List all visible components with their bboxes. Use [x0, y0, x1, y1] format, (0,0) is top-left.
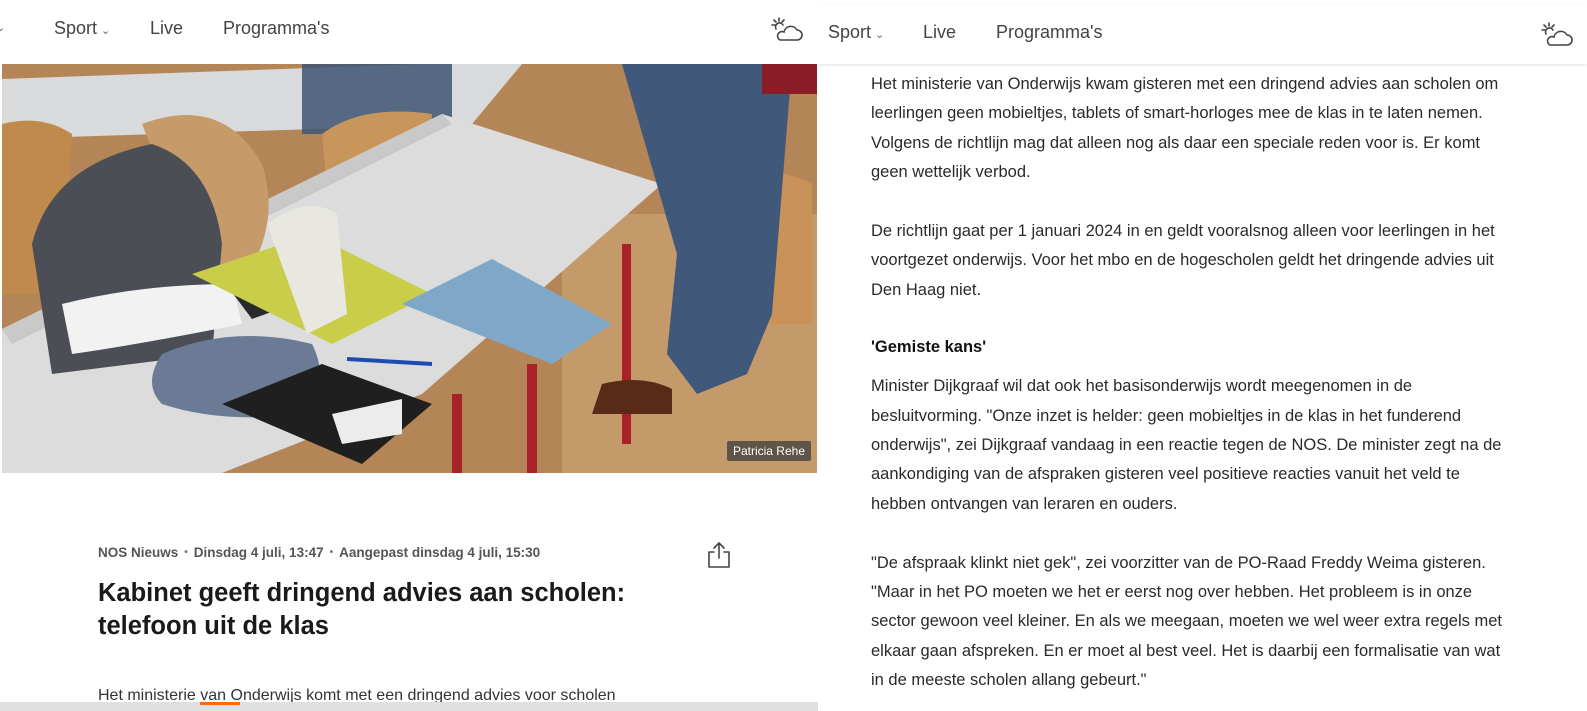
photo-credit: Patricia Rehe [726, 441, 811, 461]
nav-item-sport[interactable]: Sport ⌄ [54, 18, 110, 39]
classroom-photo [2, 64, 817, 473]
nav-item-programmas[interactable]: Programma's [223, 18, 329, 39]
nav-item-label: Programma's [223, 18, 330, 38]
article-date: Dinsdag 4 juli, 13:47 [193, 545, 324, 560]
left-browser-pane: ⌄ Sport ⌄ Live Programma's Patricia Rehe… [0, 0, 818, 711]
progress-accent [200, 702, 240, 705]
nav-item-programmas[interactable]: Programma's [996, 22, 1102, 43]
nav-item-label: Sport [828, 22, 872, 42]
nav-item-live[interactable]: Live [923, 22, 956, 43]
nav-item-label: Live [923, 22, 957, 42]
top-navigation: Sport ⌄ Live Programma's [818, 4, 1587, 64]
separator-dot: • [329, 547, 334, 558]
weather-icon[interactable] [1540, 21, 1574, 49]
article-updated: Aangepast dinsdag 4 juli, 15:30 [339, 545, 541, 560]
article-paragraph: De richtlijn gaat per 1 januari 2024 in … [871, 222, 1495, 299]
share-icon[interactable] [706, 541, 732, 569]
separator-dot: • [184, 547, 188, 558]
article-subheading: 'Gemiste kans' [871, 338, 987, 357]
article-paragraph: "De afspraak klinkt niet gek", zei voorz… [871, 553, 1502, 690]
bottom-progress-bar [0, 702, 818, 711]
nav-item-label: Live [150, 18, 184, 38]
article-body: Het ministerie van Onderwijs kwam gister… [871, 70, 1511, 711]
chevron-down-icon: ⌄ [0, 22, 6, 34]
article-paragraph: Minister Dijkgraaf wil dat ook het basis… [871, 377, 1502, 513]
article-paragraph: Het ministerie van Onderwijs kwam gister… [871, 75, 1499, 181]
chevron-down-icon: ⌄ [875, 28, 885, 41]
article-hero-photo: Patricia Rehe [2, 64, 817, 473]
article-headline: Kabinet geeft dringend advies aan schole… [98, 579, 626, 640]
nav-item-label: Programma's [996, 22, 1103, 42]
nav-item-live[interactable]: Live [150, 18, 183, 39]
nav-item-sport[interactable]: Sport ⌄ [828, 22, 884, 43]
article-meta: NOS Nieuws • Dinsdag 4 juli, 13:47 • Aan… [98, 545, 540, 560]
top-navigation: ⌄ Sport ⌄ Live Programma's [0, 4, 818, 58]
chevron-down-icon: ⌄ [101, 24, 111, 37]
article-source: NOS Nieuws [98, 545, 179, 560]
weather-icon[interactable] [770, 16, 804, 44]
right-browser-pane: Sport ⌄ Live Programma's Het ministerie … [818, 0, 1587, 711]
nav-item-cut-dropdown[interactable]: ⌄ [0, 18, 5, 34]
nav-item-label: Sport [54, 18, 98, 38]
